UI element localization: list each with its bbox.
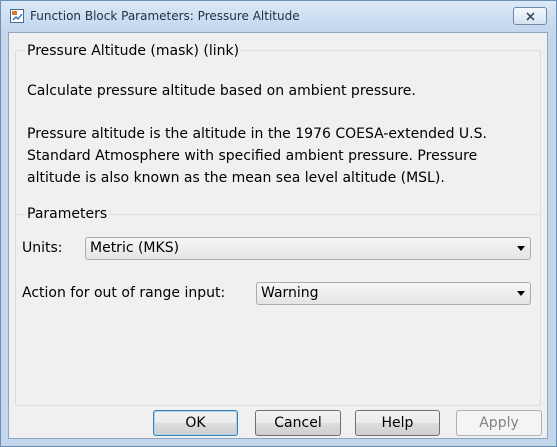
- dialog-window: Function Block Parameters: Pressure Alti…: [0, 0, 557, 447]
- description-line-1: Pressure altitude is the altitude in the…: [27, 126, 487, 142]
- description-line-3: altitude is also known as the mean sea l…: [27, 170, 445, 186]
- units-dropdown[interactable]: Metric (MKS): [85, 237, 531, 260]
- cancel-button[interactable]: Cancel: [255, 410, 341, 436]
- simulink-block-icon: [10, 9, 24, 23]
- parameters-group-title: Parameters: [25, 206, 110, 223]
- description-group-title: Pressure Altitude (mask) (link): [25, 43, 242, 60]
- action-label: Action for out of range input:: [22, 285, 226, 301]
- description-summary: Calculate pressure altitude based on amb…: [27, 83, 416, 99]
- close-icon: [526, 12, 535, 21]
- chevron-down-icon: [517, 246, 525, 251]
- units-label: Units:: [22, 240, 63, 256]
- close-button[interactable]: [513, 7, 547, 25]
- title-bar[interactable]: Function Block Parameters: Pressure Alti…: [1, 1, 556, 32]
- apply-button[interactable]: Apply: [456, 410, 542, 436]
- help-button[interactable]: Help: [355, 410, 440, 436]
- ok-button[interactable]: OK: [153, 410, 238, 436]
- dialog-content: Pressure Altitude (mask) (link) Calculat…: [8, 32, 548, 439]
- chevron-down-icon: [517, 291, 525, 296]
- action-value: Warning: [261, 285, 319, 301]
- units-value: Metric (MKS): [90, 240, 180, 256]
- description-line-2: Standard Atmosphere with specified ambie…: [27, 148, 478, 164]
- window-title: Function Block Parameters: Pressure Alti…: [30, 9, 300, 23]
- action-dropdown[interactable]: Warning: [256, 282, 531, 305]
